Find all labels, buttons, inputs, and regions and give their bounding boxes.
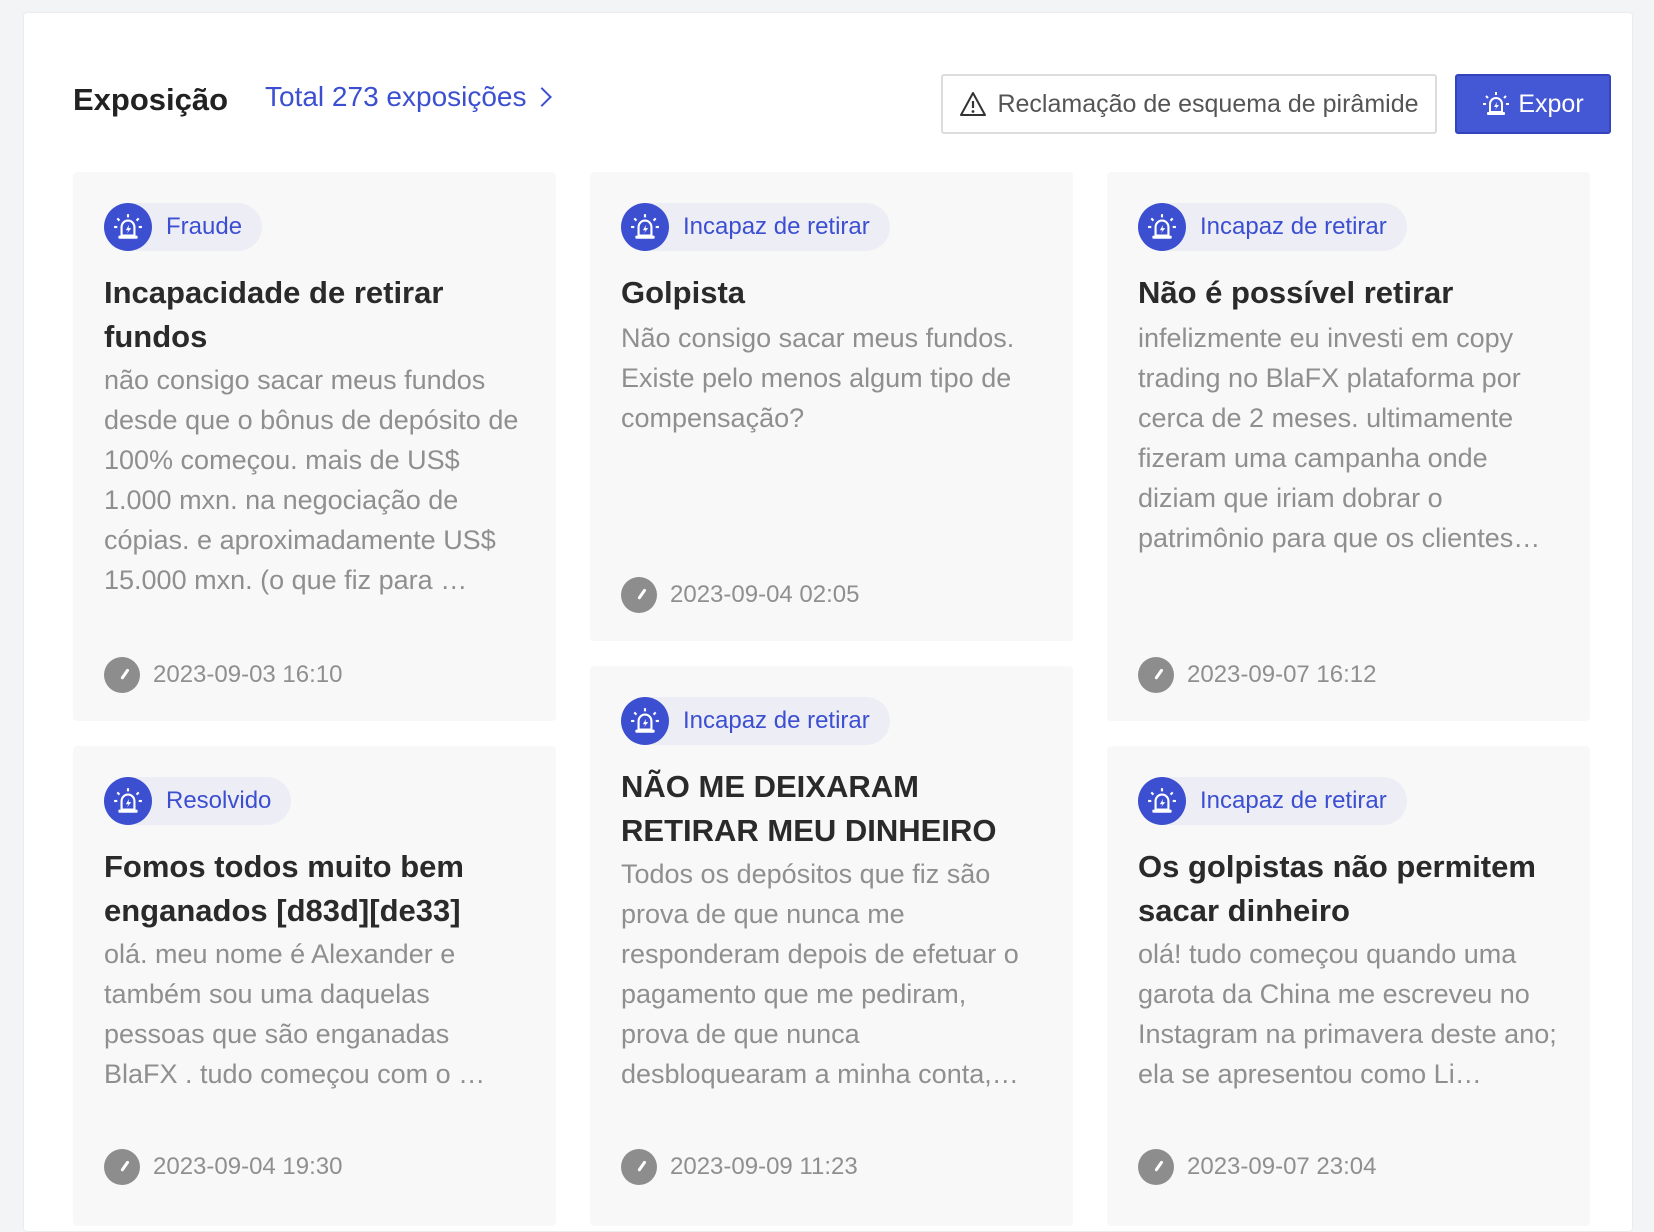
expor-label: Expor bbox=[1518, 89, 1584, 118]
alarm-icon bbox=[1483, 92, 1510, 115]
card-title: NÃO ME DEIXARAM RETIRAR MEU DINHEIRO bbox=[621, 769, 997, 848]
clock-icon bbox=[1138, 657, 1174, 693]
card-title: Os golpistas não permitem sacar dinheiro bbox=[1138, 849, 1536, 928]
total-exposures-label: Total 273 exposições bbox=[265, 81, 527, 112]
warning-icon bbox=[960, 92, 987, 116]
exposure-header: Exposição Total 273 exposições Reclamaçã… bbox=[73, 65, 1611, 134]
category-tag: Fraude bbox=[104, 203, 263, 251]
card-timestamp: 2023-09-04 19:30 bbox=[104, 1149, 343, 1185]
card-excerpt: não consigo sacar meus fundos desde que … bbox=[104, 365, 519, 595]
card-excerpt: Não consigo sacar meus fundos. Existe pe… bbox=[621, 323, 1015, 433]
pyramid-complaint-button[interactable]: Reclamação de esquema de pirâmide bbox=[941, 74, 1437, 134]
exposure-card[interactable]: Incapaz de retirar Não é possível retira… bbox=[1107, 172, 1590, 721]
category-tag: Incapaz de retirar bbox=[621, 697, 890, 745]
card-timestamp: 2023-09-07 23:04 bbox=[1138, 1149, 1377, 1185]
exposure-card[interactable]: Incapaz de retirar NÃO ME DEIXARAM RETIR… bbox=[590, 666, 1073, 1226]
alarm-icon bbox=[104, 203, 152, 251]
card-title: Não é possível retirar bbox=[1138, 275, 1454, 310]
card-excerpt: infelizmente eu investi em copy trading … bbox=[1138, 323, 1541, 553]
clock-icon bbox=[104, 657, 140, 693]
clock-icon bbox=[621, 577, 657, 613]
category-tag: Incapaz de retirar bbox=[1138, 777, 1407, 825]
exposure-card[interactable]: Incapaz de retirar Golpista Não consigo … bbox=[590, 172, 1073, 641]
alarm-icon bbox=[1138, 777, 1186, 825]
card-time-value: 2023-09-07 23:04 bbox=[1187, 1153, 1377, 1180]
card-timestamp: 2023-09-03 16:10 bbox=[104, 657, 343, 693]
clock-icon bbox=[1138, 1149, 1174, 1185]
alarm-icon bbox=[621, 697, 669, 745]
card-excerpt: Todos os depósitos que fiz são prova de … bbox=[621, 859, 1019, 1089]
card-timestamp: 2023-09-09 11:23 bbox=[621, 1149, 858, 1185]
exposure-card[interactable]: Incapaz de retirar Os golpistas não perm… bbox=[1107, 746, 1590, 1226]
category-label: Incapaz de retirar bbox=[683, 213, 870, 240]
exposure-card[interactable]: Resolvido Fomos todos muito bem enganado… bbox=[73, 746, 556, 1226]
card-title: Incapacidade de retirar fundos bbox=[104, 275, 444, 354]
card-excerpt: olá! tudo começou quando uma garota da C… bbox=[1138, 939, 1557, 1089]
card-timestamp: 2023-09-04 02:05 bbox=[621, 577, 860, 613]
category-label: Resolvido bbox=[166, 787, 272, 814]
card-time-value: 2023-09-03 16:10 bbox=[153, 661, 343, 688]
exposure-panel: Exposição Total 273 exposições Reclamaçã… bbox=[23, 12, 1633, 1232]
card-timestamp: 2023-09-07 16:12 bbox=[1138, 657, 1377, 693]
category-tag: Incapaz de retirar bbox=[1138, 203, 1407, 251]
page-title: Exposição bbox=[73, 82, 229, 117]
card-time-value: 2023-09-09 11:23 bbox=[670, 1153, 858, 1180]
card-title: Fomos todos muito bem enganados [d83d][d… bbox=[104, 849, 464, 928]
chevron-right-icon bbox=[531, 87, 552, 107]
category-label: Incapaz de retirar bbox=[1200, 213, 1387, 240]
alarm-icon bbox=[1138, 203, 1186, 251]
pyramid-complaint-label: Reclamação de esquema de pirâmide bbox=[997, 89, 1419, 118]
category-label: Incapaz de retirar bbox=[1200, 787, 1387, 814]
alarm-icon bbox=[621, 203, 669, 251]
card-time-value: 2023-09-04 02:05 bbox=[670, 581, 860, 608]
alarm-icon bbox=[104, 777, 152, 825]
card-time-value: 2023-09-07 16:12 bbox=[1187, 661, 1377, 688]
category-label: Fraude bbox=[166, 213, 243, 240]
card-excerpt: olá. meu nome é Alexander e também sou u… bbox=[104, 939, 486, 1089]
category-tag: Resolvido bbox=[104, 777, 292, 825]
card-time-value: 2023-09-04 19:30 bbox=[153, 1153, 343, 1180]
clock-icon bbox=[104, 1149, 140, 1185]
exposure-card[interactable]: Fraude Incapacidade de retirar fundos nã… bbox=[73, 172, 556, 721]
total-exposures-link[interactable]: Total 273 exposições bbox=[265, 81, 552, 113]
category-label: Incapaz de retirar bbox=[683, 707, 870, 734]
category-tag: Incapaz de retirar bbox=[621, 203, 890, 251]
expor-button[interactable]: Expor bbox=[1455, 74, 1611, 134]
card-title: Golpista bbox=[621, 275, 746, 310]
clock-icon bbox=[621, 1149, 657, 1185]
